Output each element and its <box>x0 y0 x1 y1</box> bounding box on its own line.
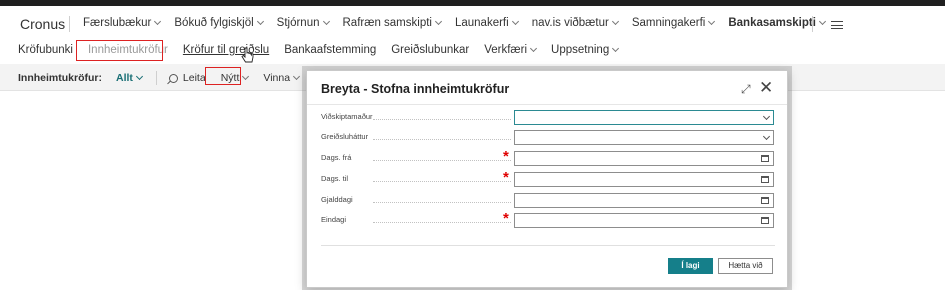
subnav-item-verkfaeri[interactable]: Verkfæri <box>484 44 538 56</box>
chevron-down-icon <box>154 17 162 26</box>
action-bar-items: Innheimtukröfur: Allt Leita Nýtt Vinna <box>18 71 314 85</box>
chevron-down-icon <box>242 72 250 81</box>
nav-item-stjornun[interactable]: Stjórnun <box>277 17 330 29</box>
label-leader <box>373 202 511 203</box>
chevron-down-icon <box>818 17 826 26</box>
dialog-header-divider <box>307 104 787 105</box>
final-due-date-input[interactable] <box>514 213 774 228</box>
nav-item-bankasamskipti[interactable]: Bankasamskipti <box>728 17 826 29</box>
dialog-title: Breyta - Stofna innheimtukröfur <box>321 82 510 96</box>
subnav-item-greidslubunkar[interactable]: Greiðslubunkar <box>391 44 469 56</box>
nav-item-samningakerfi[interactable]: Samningakerfi <box>632 17 716 29</box>
date-from-input[interactable] <box>514 151 774 166</box>
nav-item-faerslubaekur[interactable]: Færslubækur <box>83 17 162 29</box>
subnav-item-krofur-til-greidslu[interactable]: Kröfur til greiðslu <box>183 44 269 56</box>
field-row-date-from: Dags. frá * <box>321 148 776 166</box>
close-icon[interactable]: ✕ <box>759 78 773 98</box>
hamburger-icon[interactable] <box>831 21 843 29</box>
chevron-down-icon <box>434 17 443 26</box>
field-label: Greiðsluháttur <box>321 132 369 141</box>
nav-item-launakerfi[interactable]: Launakerfi <box>455 17 519 29</box>
chevron-down-icon <box>135 72 143 81</box>
label-leader <box>373 160 511 161</box>
field-label: Viðskiptamaður <box>321 112 373 121</box>
subnav-item-uppsetning[interactable]: Uppsetning <box>551 44 620 56</box>
field-label: Dags. frá <box>321 153 352 162</box>
highlight-box-innheimtukrofur <box>76 40 163 61</box>
field-row-date-to: Dags. til * <box>321 169 776 187</box>
field-label: Gjalddagi <box>321 195 353 204</box>
page-title: Innheimtukröfur: <box>18 72 102 84</box>
nav-item-rafraen-samskipti[interactable]: Rafræn samskipti <box>343 17 443 29</box>
chevron-down-icon <box>611 17 619 26</box>
payment-method-dropdown[interactable] <box>514 130 774 145</box>
required-indicator: * <box>503 148 509 165</box>
chevron-down-icon <box>612 44 620 53</box>
process-button[interactable]: Vinna <box>263 72 301 84</box>
chevron-down-icon <box>256 17 264 26</box>
expand-icon[interactable]: ⤢ <box>741 82 751 97</box>
calendar-icon[interactable] <box>761 217 769 224</box>
label-leader <box>373 139 511 140</box>
chevron-down-icon <box>322 17 330 26</box>
dialog-footer-divider <box>321 245 775 246</box>
field-label: Dags. til <box>321 174 349 183</box>
chevron-down-icon <box>530 44 538 53</box>
action-divider <box>155 71 157 85</box>
subnav-item-krofubunki[interactable]: Kröfubunki <box>18 44 73 56</box>
search-button[interactable]: Leita <box>168 72 206 84</box>
field-row-final-due-date: Eindagi * <box>321 210 776 228</box>
subnav-item-bankaafstemming[interactable]: Bankaafstemming <box>284 44 376 56</box>
label-leader <box>373 119 511 120</box>
calendar-icon[interactable] <box>761 197 769 204</box>
chevron-down-icon <box>762 112 771 121</box>
field-label: Eindagi <box>321 215 347 224</box>
nav-divider <box>812 16 813 32</box>
nav-item-bokud-fylgiskjol[interactable]: Bókuð fylgiskjöl <box>174 17 264 29</box>
chevron-down-icon <box>511 17 519 26</box>
filter-dropdown[interactable]: Allt <box>116 72 143 84</box>
chevron-down-icon <box>762 132 771 141</box>
search-icon <box>168 73 178 83</box>
label-leader <box>373 222 511 223</box>
required-indicator: * <box>503 169 509 186</box>
label-leader <box>373 181 511 182</box>
date-to-input[interactable] <box>514 172 774 187</box>
field-row-payment-method: Greiðsluháttur <box>321 130 776 145</box>
main-nav-items: Færslubækur Bókuð fylgiskjöl Stjórnun Ra… <box>83 17 839 29</box>
ok-button[interactable]: Í lagi <box>668 258 713 274</box>
create-collection-claims-dialog: Breyta - Stofna innheimtukröfur ⤢ ✕ Viðs… <box>306 70 788 288</box>
due-date-input[interactable] <box>514 193 774 208</box>
calendar-icon[interactable] <box>761 176 769 183</box>
chevron-down-icon <box>293 72 301 81</box>
chevron-down-icon <box>708 17 716 26</box>
field-row-due-date: Gjalddagi <box>321 193 776 208</box>
hand-cursor-icon <box>241 47 254 63</box>
main-navbar: Cronus Færslubækur Bókuð fylgiskjöl Stjó… <box>0 6 945 40</box>
field-row-customer: Viðskiptamaður <box>321 110 776 125</box>
nav-item-nav-is-vidbaetur[interactable]: nav.is viðbætur <box>532 17 619 29</box>
company-name[interactable]: Cronus <box>20 16 65 32</box>
highlight-box-new <box>205 67 241 85</box>
nav-divider <box>69 16 70 32</box>
cancel-button[interactable]: Hætta við <box>718 258 773 274</box>
required-indicator: * <box>503 210 509 227</box>
calendar-icon[interactable] <box>761 155 769 162</box>
customer-dropdown[interactable] <box>514 110 774 125</box>
